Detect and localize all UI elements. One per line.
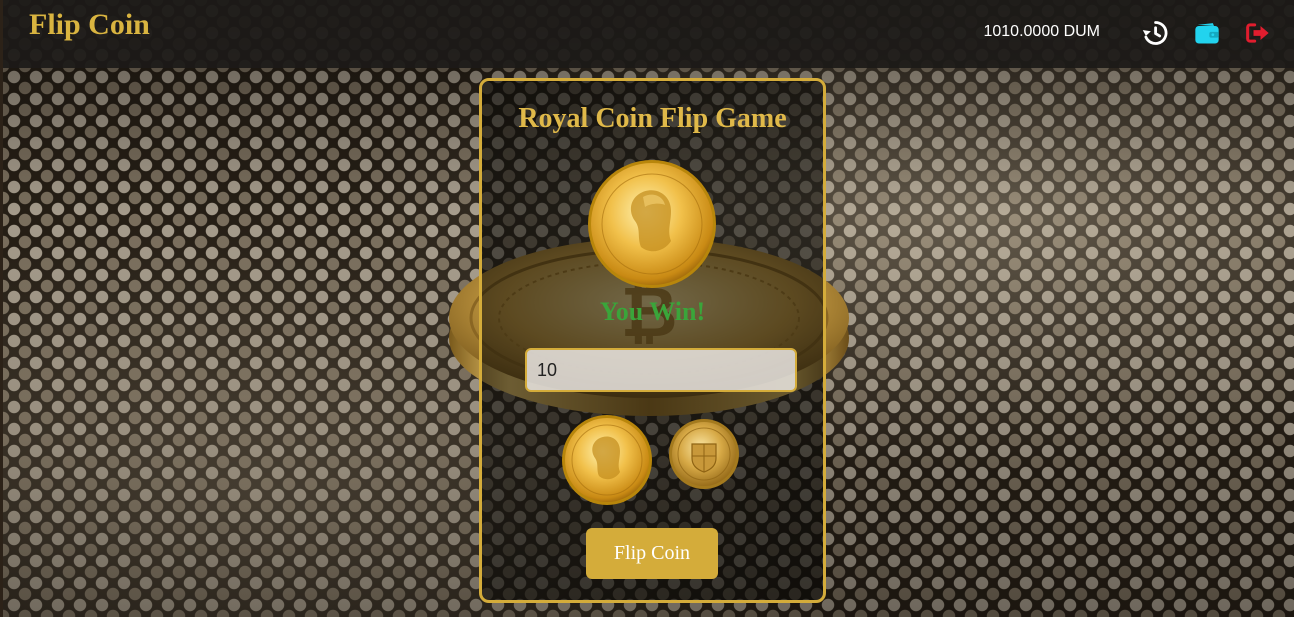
history-icon[interactable] [1141,19,1169,47]
heads-coin-icon[interactable] [561,414,653,506]
balance-display: 1010.0000 DUM [983,23,1100,40]
brand-title[interactable]: Flip Coin [29,8,150,42]
game-card: Royal Coin Flip Game You Win! 10 Flip Co… [479,78,826,603]
bet-amount-input[interactable] [525,348,797,392]
top-navbar: Flip Coin 1010.0000 DUM [3,0,1294,68]
wallet-icon[interactable] [1193,19,1221,47]
tails-coin-icon[interactable] [668,418,740,490]
flipped-coin-heads-icon [588,160,716,288]
game-title: Royal Coin Flip Game [518,103,787,134]
left-edge [0,0,3,617]
flip-coin-button[interactable]: Flip Coin [586,528,718,579]
logout-icon[interactable] [1243,19,1271,47]
result-message: You Win! [599,297,706,326]
